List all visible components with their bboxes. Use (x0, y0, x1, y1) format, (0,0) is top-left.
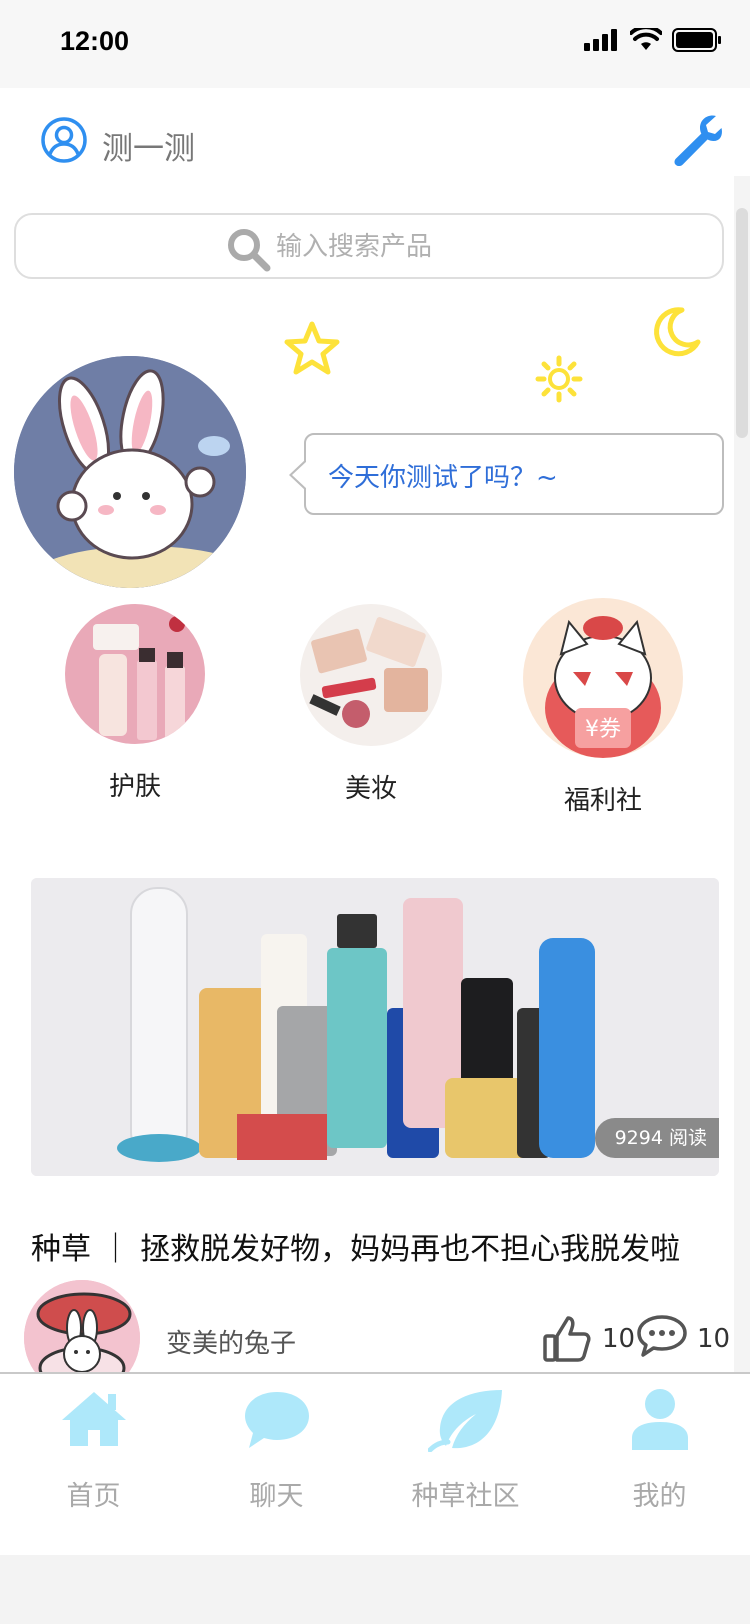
category-makeup[interactable]: 美妆 (300, 604, 442, 805)
battery-icon (672, 28, 721, 52)
tab-label: 我的 (632, 1481, 687, 1512)
thumbs-up-icon[interactable] (542, 1314, 592, 1364)
bottom-tab-bar: 首页 聊天 种草社区 我的 (0, 1372, 750, 1555)
tab-profile[interactable]: 我的 (566, 1374, 750, 1557)
signal-icon (584, 29, 617, 51)
coupon-text: ¥券 (585, 717, 621, 742)
status-time: 12:00 (60, 26, 130, 56)
moon-icon (654, 307, 701, 357)
category-welfare[interactable]: ¥券 福利社 (520, 598, 686, 817)
chat-icon (244, 1392, 309, 1448)
search-icon (228, 229, 271, 272)
category-label: 福利社 (563, 786, 642, 816)
tab-home[interactable]: 首页 (0, 1374, 187, 1557)
tab-chat[interactable]: 聊天 (183, 1374, 370, 1557)
bunny-illustration (14, 356, 246, 588)
category-label: 护肤 (108, 772, 161, 802)
read-count-badge: 9294 阅读 (594, 1118, 719, 1158)
makeup-thumbnail (300, 604, 442, 746)
star-icon (284, 321, 340, 375)
category-label: 美妆 (344, 774, 397, 804)
mascot-avatar[interactable] (14, 356, 246, 588)
sun-icon (535, 355, 583, 403)
header-title: 测一测 (102, 131, 195, 167)
status-icons (584, 28, 722, 52)
welfare-thumbnail: ¥券 (523, 598, 683, 758)
comment-count: 10 (697, 1324, 731, 1354)
bubble-text: 今天你测试了吗？~ (328, 463, 558, 493)
author-name[interactable]: 变美的兔子 (166, 1323, 296, 1360)
speech-bubble: 今天你测试了吗？~ (289, 433, 724, 515)
tab-community[interactable]: 种草社区 (372, 1374, 559, 1557)
app-body: 测一测 输入搜索产品 今天你测试了吗？~ 护肤 美妆 ¥券 福利社 9294 阅… (0, 88, 750, 1555)
wifi-icon (630, 28, 662, 50)
article-title[interactable]: 种草 ｜ 拯救脱发好物，妈妈再也不担心我脱发啦 (31, 1224, 680, 1268)
comment-icon[interactable] (636, 1314, 688, 1358)
article-banner-image[interactable]: 9294 阅读 (31, 878, 719, 1176)
person-icon (631, 1389, 688, 1450)
scrollbar-thumb[interactable] (736, 208, 748, 438)
tab-label: 首页 (66, 1481, 121, 1512)
home-icon (61, 1392, 126, 1446)
status-bar: 12:00 (0, 0, 750, 88)
like-count: 10 (602, 1324, 636, 1354)
search-input[interactable] (276, 227, 576, 267)
skincare-thumbnail (65, 604, 205, 744)
user-icon[interactable] (40, 116, 88, 164)
tab-label: 聊天 (249, 1481, 304, 1512)
category-skincare[interactable]: 护肤 (65, 604, 205, 803)
search-bar[interactable] (14, 213, 724, 279)
leaf-icon (427, 1390, 502, 1452)
tab-label: 种草社区 (411, 1481, 520, 1512)
wrench-icon[interactable] (672, 114, 722, 166)
header: 测一测 (0, 88, 750, 188)
